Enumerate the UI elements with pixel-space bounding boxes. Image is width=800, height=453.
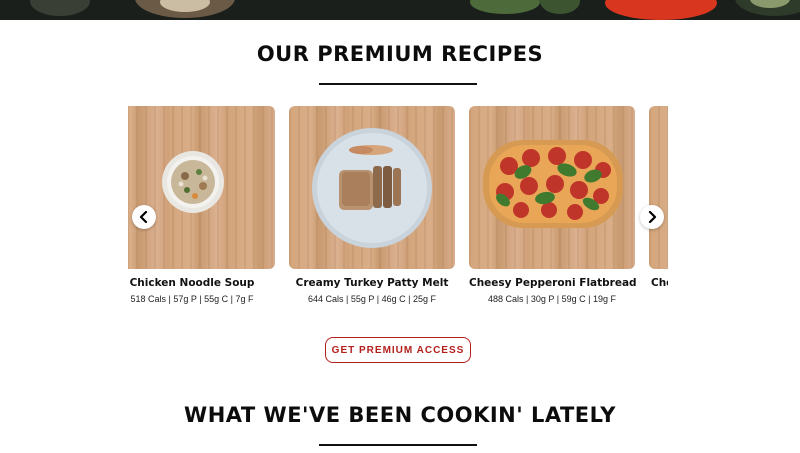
recipe-card[interactable]: Chicken Noodle Soup 518 Cals | 57g P | 5… [128, 106, 275, 304]
title-underline [319, 444, 477, 446]
chevron-right-icon [648, 211, 657, 223]
title-underline [319, 83, 477, 85]
recipe-photo-chicken-noodle-soup[interactable] [128, 106, 275, 269]
recipe-macros: 644 Cals | 55g P | 46g C | 25g F [308, 294, 436, 304]
section-title-premium-recipes: OUR PREMIUM RECIPES [256, 42, 544, 66]
recipe-photo-cheesy-pepperoni-flatbread[interactable] [469, 106, 635, 269]
hero-image-strip [0, 0, 800, 20]
recipe-photo-creamy-turkey-patty-melt[interactable] [289, 106, 455, 269]
recipe-card[interactable]: Creamy Turkey Patty Melt 644 Cals | 55g … [289, 106, 455, 304]
get-premium-access-button[interactable]: GET PREMIUM ACCESS [325, 337, 471, 363]
chevron-left-icon [139, 211, 148, 223]
section-title-cookin-lately: WHAT WE'VE BEEN COOKIN' LATELY [184, 403, 616, 427]
recipe-photo-partial[interactable] [649, 106, 668, 269]
recipe-macros: 488 Cals | 30g P | 59g C | 19g F [488, 294, 616, 304]
recipe-name[interactable]: Creamy Turkey Patty Melt [289, 277, 455, 289]
recipe-card[interactable]: Cheesy Pepperoni Flatbread 488 Cals | 30… [469, 106, 637, 304]
carousel-prev-button[interactable] [132, 205, 156, 229]
recipe-name[interactable]: Cheesy Pepperoni Flatbread [469, 277, 637, 289]
recipe-carousel: Chicken Noodle Soup 518 Cals | 57g P | 5… [128, 106, 668, 306]
carousel-next-button[interactable] [640, 205, 664, 229]
recipe-name[interactable]: Chicken Noodle Soup [128, 277, 275, 289]
recipe-macros: 518 Cals | 57g P | 55g C | 7g F [130, 294, 254, 304]
recipe-name[interactable]: Cho [649, 277, 668, 289]
recipe-card[interactable]: Cho [649, 106, 668, 294]
